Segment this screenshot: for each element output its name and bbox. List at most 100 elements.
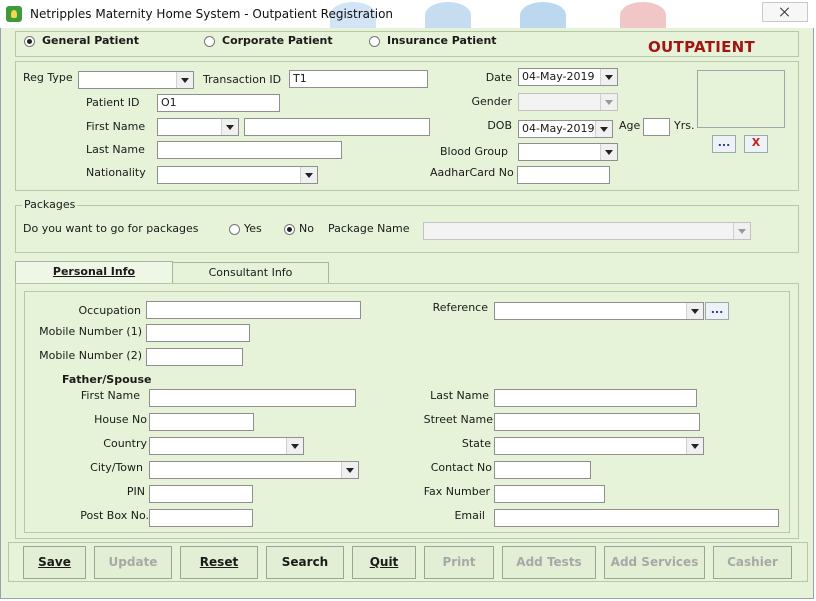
transaction-id-label: Transaction ID [203,73,282,86]
save-button[interactable]: Save [23,546,86,579]
chevron-down-icon[interactable] [600,69,617,85]
patient-id-field[interactable]: O1 [157,94,280,112]
last-name-field[interactable] [157,141,342,159]
add-tests-button[interactable]: Add Tests [502,546,596,579]
post-box-label: Post Box No. [80,509,149,522]
corporate-patient-radio[interactable] [204,36,215,47]
title-bar: Netripples Maternity Home System - Outpa… [0,0,816,28]
print-button[interactable]: Print [424,546,494,579]
browse-photo-button[interactable]: ... [712,135,736,153]
tab-personal-info[interactable]: Personal Info [15,261,173,284]
decorative-bubble [520,2,566,28]
yrs-label: Yrs. [674,119,695,132]
fax-field[interactable] [494,485,605,503]
blood-group-select[interactable] [518,143,618,161]
last-name-label: Last Name [86,143,145,156]
date-picker[interactable]: 04-May-2019 [518,68,618,86]
email-field[interactable] [494,509,779,527]
chevron-down-icon[interactable] [600,94,617,110]
city-select[interactable] [149,461,359,479]
outpatient-banner: OUTPATIENT [648,38,756,56]
chevron-down-icon[interactable] [341,462,358,478]
gender-select[interactable] [518,93,618,111]
general-patient-label[interactable]: General Patient [42,34,139,47]
chevron-down-icon[interactable] [221,119,238,135]
decorative-bubble [425,2,471,28]
first-name-field[interactable] [244,118,430,136]
reference-browse-button[interactable]: ... [705,302,729,320]
clear-photo-button[interactable]: X [744,135,768,153]
add-services-button[interactable]: Add Services [604,546,705,579]
cashier-label: Cashier [727,555,778,569]
nationality-select[interactable] [157,166,318,184]
post-box-field[interactable] [149,509,253,527]
tab-consultant-info[interactable]: Consultant Info [172,262,329,284]
add-services-label: Add Services [610,555,699,569]
reset-label: Reset [199,555,239,569]
occupation-field[interactable] [146,301,361,319]
chevron-down-icon[interactable] [686,303,703,319]
packages-yes-label[interactable]: Yes [244,222,262,235]
blood-group-label: Blood Group [439,145,508,158]
packages-no-radio[interactable] [284,224,295,235]
nationality-label: Nationality [86,166,146,179]
reg-type-select[interactable] [78,71,194,89]
reset-button[interactable]: Reset [180,546,258,579]
house-no-field[interactable] [149,413,254,431]
chevron-down-icon[interactable] [600,144,617,160]
package-name-select[interactable] [423,222,751,240]
pin-field[interactable] [149,485,253,503]
save-label: Save [38,555,71,569]
mobile1-label: Mobile Number (1) [39,325,142,338]
tab-personal-info-label: Personal Info [52,265,136,278]
dob-label: DOB [487,119,512,132]
first-name-label: First Name [86,120,146,133]
age-field[interactable] [643,118,670,136]
email-label: Email [454,509,485,522]
fax-label: Fax Number [423,485,490,498]
cashier-button[interactable]: Cashier [713,546,792,579]
quit-button[interactable]: Quit [352,546,416,579]
packages-legend: Packages [22,198,78,211]
country-label: Country [103,437,147,450]
add-tests-label: Add Tests [516,555,582,569]
chevron-down-icon[interactable] [733,223,750,239]
pin-label: PIN [126,485,145,498]
quit-label: Quit [369,555,399,569]
chevron-down-icon[interactable] [300,167,317,183]
packages-question: Do you want to go for packages [23,222,199,235]
aadhar-field[interactable] [517,166,610,184]
chevron-down-icon[interactable] [176,72,193,88]
reference-select[interactable] [494,302,704,320]
window-close-button[interactable] [762,2,808,22]
search-button[interactable]: Search [266,546,344,579]
general-patient-radio[interactable] [24,36,35,47]
update-button[interactable]: Update [94,546,172,579]
chevron-down-icon[interactable] [286,438,303,454]
packages-yes-radio[interactable] [229,224,240,235]
fs-first-name-field[interactable] [149,389,356,407]
mobile1-field[interactable] [146,324,250,342]
country-select[interactable] [149,437,304,455]
package-name-label: Package Name [328,222,410,235]
insurance-patient-label[interactable]: Insurance Patient [387,34,497,47]
name-prefix-select[interactable] [157,118,239,136]
age-label: Age [619,119,641,132]
fs-last-name-field[interactable] [494,389,697,407]
transaction-id-field[interactable]: T1 [289,70,428,88]
chevron-down-icon[interactable] [686,438,703,454]
street-name-field[interactable] [494,413,700,431]
insurance-patient-radio[interactable] [369,36,380,47]
app-icon [6,6,22,22]
chevron-down-icon[interactable] [595,121,612,137]
contact-no-field[interactable] [494,461,591,479]
contact-no-label: Contact No [430,461,492,474]
city-label: City/Town [90,461,143,474]
corporate-patient-label[interactable]: Corporate Patient [222,34,333,47]
packages-no-label[interactable]: No [299,222,314,235]
state-select[interactable] [494,437,704,455]
dob-picker[interactable]: 04-May-2019 [518,120,613,138]
occupation-label: Occupation [78,304,141,317]
mobile2-field[interactable] [146,348,243,366]
fs-first-name-label: First Name [80,389,140,402]
